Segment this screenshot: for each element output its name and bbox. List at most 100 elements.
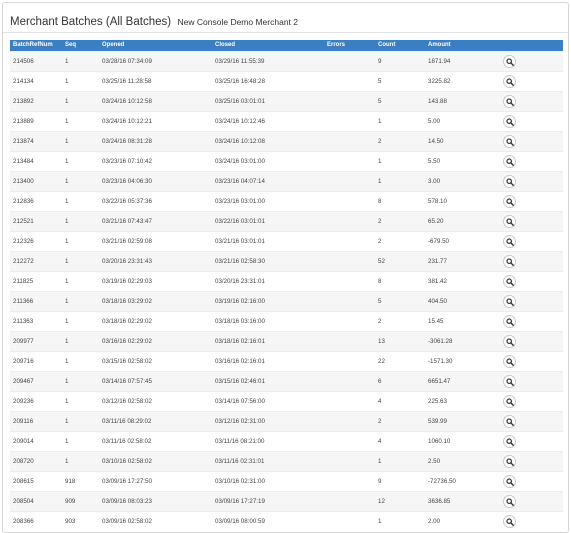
view-batch-button[interactable] xyxy=(503,474,516,488)
table-row[interactable]: 208504 909 03/09/16 08:03:23 03/09/16 17:27… xyxy=(10,490,563,511)
view-batch-button[interactable] xyxy=(503,434,516,448)
cell-actions xyxy=(499,410,563,431)
cell-amount: 3225.82 xyxy=(425,70,499,91)
column-header-closed[interactable]: Closed xyxy=(212,40,324,51)
cell-seq: 909 xyxy=(62,490,99,511)
cell-opened: 03/14/16 07:57:45 xyxy=(99,370,212,391)
view-batch-button[interactable] xyxy=(503,294,516,308)
table-row[interactable]: 212326 1 03/21/16 02:59:08 03/21/16 03:01:0… xyxy=(10,230,563,251)
column-header-count[interactable]: Count xyxy=(375,40,425,51)
table-row[interactable]: 212272 1 03/20/16 23:31:43 03/21/16 02:58:3… xyxy=(10,250,563,271)
view-batch-button[interactable] xyxy=(503,234,516,248)
cell-actions xyxy=(499,370,563,391)
view-batch-button[interactable] xyxy=(503,334,516,348)
cell-actions xyxy=(499,270,563,291)
column-header-batchrefnum[interactable]: BatchRefNum xyxy=(10,40,62,51)
view-batch-button[interactable] xyxy=(503,394,516,408)
table-row[interactable]: 208366 903 03/09/16 02:58:02 03/09/16 08:00… xyxy=(10,510,563,531)
cell-count: 1 xyxy=(375,150,425,171)
table-row[interactable]: 209977 1 03/16/16 02:29:02 03/18/16 02:16:0… xyxy=(10,330,563,351)
cell-closed: 03/23/16 03:01:00 xyxy=(212,190,324,211)
view-batch-button[interactable] xyxy=(503,254,516,268)
cell-errors xyxy=(324,270,375,291)
table-row[interactable]: 212836 1 03/22/16 05:37:36 03/23/16 03:01:0… xyxy=(10,190,563,211)
cell-errors xyxy=(324,490,375,511)
table-row[interactable]: 212521 1 03/21/16 07:43:47 03/22/16 03:01:0… xyxy=(10,210,563,231)
cell-seq: 1 xyxy=(62,290,99,311)
cell-actions xyxy=(499,210,563,231)
cell-errors xyxy=(324,90,375,111)
table-row[interactable]: 213874 1 03/24/16 08:31:28 03/24/16 10:12:0… xyxy=(10,130,563,151)
search-icon xyxy=(506,337,514,346)
column-header-amount[interactable]: Amount xyxy=(425,40,499,51)
search-icon xyxy=(506,237,514,246)
table-row[interactable]: 211825 1 03/19/16 02:29:03 03/20/16 23:31:0… xyxy=(10,270,563,291)
view-batch-button[interactable] xyxy=(503,134,516,148)
view-batch-button[interactable] xyxy=(503,494,516,508)
cell-errors xyxy=(324,210,375,231)
search-icon xyxy=(506,137,514,146)
cell-errors xyxy=(324,150,375,171)
view-batch-button[interactable] xyxy=(503,194,516,208)
table-row[interactable]: 213889 1 03/24/16 10:12:21 03/24/16 10:12:4… xyxy=(10,110,563,131)
table-row[interactable]: 209116 1 03/11/16 08:29:02 03/12/16 02:31:0… xyxy=(10,410,563,431)
table-row[interactable]: 208615 918 03/09/16 17:27:50 03/10/16 02:31… xyxy=(10,470,563,491)
view-batch-button[interactable] xyxy=(503,514,516,528)
table-row[interactable]: 208720 1 03/10/16 02:58:02 03/11/16 02:31:0… xyxy=(10,450,563,471)
view-batch-button[interactable] xyxy=(503,54,516,68)
table-row[interactable]: 214506 1 03/28/16 07:34:09 03/29/16 11:55:3… xyxy=(10,50,563,71)
search-icon xyxy=(506,157,514,166)
cell-errors xyxy=(324,330,375,351)
cell-actions xyxy=(499,310,563,331)
table-row[interactable]: 213400 1 03/23/16 04:06:30 03/23/16 04:07:1… xyxy=(10,170,563,191)
column-header-errors[interactable]: Errors xyxy=(324,40,375,51)
table-row[interactable]: 213892 1 03/24/16 10:12:58 03/25/16 03:01:0… xyxy=(10,90,563,111)
cell-seq: 1 xyxy=(62,310,99,331)
table-row[interactable]: 209014 1 03/11/16 02:58:02 03/11/16 08:21:0… xyxy=(10,430,563,451)
table-row[interactable]: 213484 1 03/23/16 07:10:42 03/24/16 03:01:0… xyxy=(10,150,563,171)
view-batch-button[interactable] xyxy=(503,74,516,88)
cell-seq: 1 xyxy=(62,330,99,351)
cell-errors xyxy=(324,370,375,391)
cell-count: 5 xyxy=(375,70,425,91)
view-batch-button[interactable] xyxy=(503,154,516,168)
cell-actions xyxy=(499,490,563,511)
cell-seq: 1 xyxy=(62,270,99,291)
view-batch-button[interactable] xyxy=(503,94,516,108)
cell-opened: 03/18/16 03:29:02 xyxy=(99,290,212,311)
view-batch-button[interactable] xyxy=(503,354,516,368)
cell-batch-ref: 208720 xyxy=(10,450,62,471)
view-batch-button[interactable] xyxy=(503,314,516,328)
table-header-row: BatchRefNum Seq Opened Closed Errors Cou… xyxy=(10,40,563,51)
table-row[interactable]: 211363 1 03/18/16 02:29:02 03/18/16 03:16:0… xyxy=(10,310,563,331)
table-row[interactable]: 209716 1 03/15/16 02:58:02 03/16/16 02:16:0… xyxy=(10,350,563,371)
search-icon xyxy=(506,197,514,206)
cell-errors xyxy=(324,430,375,451)
cell-count: 9 xyxy=(375,470,425,491)
cell-errors xyxy=(324,450,375,471)
cell-seq: 1 xyxy=(62,70,99,91)
cell-seq: 1 xyxy=(62,90,99,111)
table-row[interactable]: 209236 1 03/12/16 02:58:02 03/14/16 07:56:0… xyxy=(10,390,563,411)
cell-actions xyxy=(499,70,563,91)
view-batch-button[interactable] xyxy=(503,174,516,188)
table-row[interactable]: 214134 1 03/25/16 11:28:58 03/25/16 16:48:2… xyxy=(10,70,563,91)
table-row[interactable]: 211366 1 03/18/16 03:29:02 03/19/16 02:16:0… xyxy=(10,290,563,311)
cell-opened: 03/10/16 02:58:02 xyxy=(99,450,212,471)
column-header-opened[interactable]: Opened xyxy=(99,40,212,51)
view-batch-button[interactable] xyxy=(503,414,516,428)
view-batch-button[interactable] xyxy=(503,454,516,468)
cell-closed: 03/20/16 23:31:01 xyxy=(212,270,324,291)
table-row[interactable]: 209467 1 03/14/16 07:57:45 03/15/16 02:46:0… xyxy=(10,370,563,391)
view-batch-button[interactable] xyxy=(503,274,516,288)
cell-seq: 1 xyxy=(62,50,99,71)
view-batch-button[interactable] xyxy=(503,214,516,228)
column-header-seq[interactable]: Seq xyxy=(62,40,99,51)
view-batch-button[interactable] xyxy=(503,374,516,388)
cell-batch-ref: 214506 xyxy=(10,50,62,71)
cell-batch-ref: 213400 xyxy=(10,170,62,191)
search-icon xyxy=(506,117,514,126)
cell-opened: 03/28/16 07:34:09 xyxy=(99,50,212,71)
view-batch-button[interactable] xyxy=(503,114,516,128)
search-icon xyxy=(506,518,514,526)
